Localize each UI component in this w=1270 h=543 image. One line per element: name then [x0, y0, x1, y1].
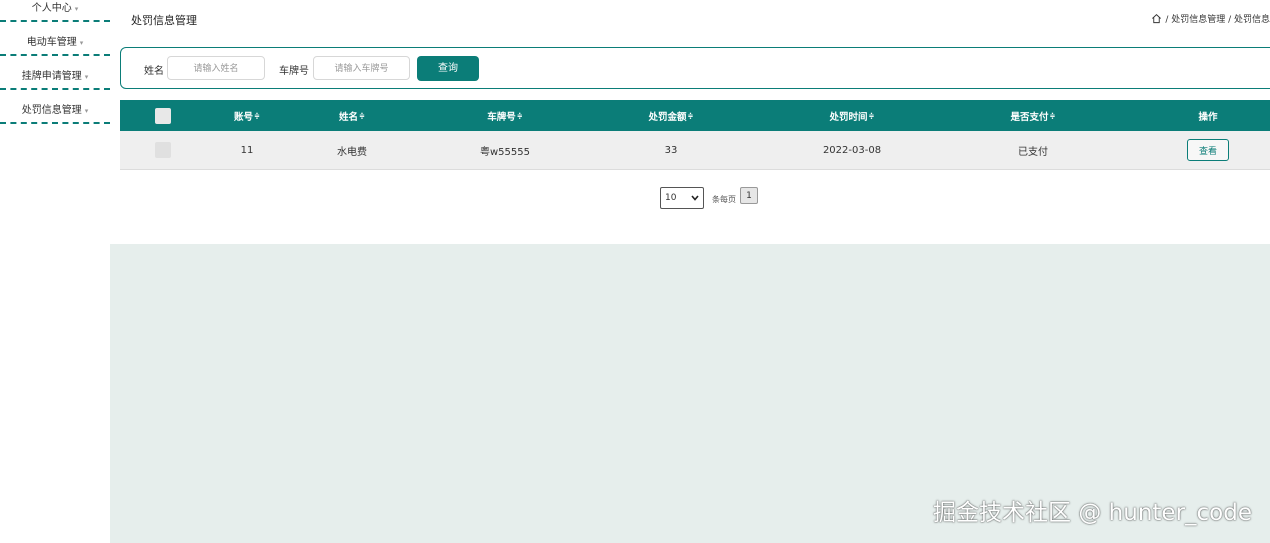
plate-search-input[interactable]: 请输入车牌号	[313, 56, 410, 80]
page-size-value: 10	[665, 193, 677, 203]
sidebar-item-penalty-management[interactable]: 处罚信息管理 ▾	[0, 98, 110, 124]
sort-icon: ≑	[1049, 111, 1056, 120]
column-label: 账号	[234, 111, 254, 123]
column-label: 处罚时间	[829, 111, 868, 123]
cell-amount: 33	[664, 144, 678, 156]
cell-paid: 已支付	[1018, 146, 1048, 158]
column-header-name[interactable]: 姓名 ≑	[312, 100, 392, 131]
sort-icon: ≑	[687, 111, 694, 120]
search-button[interactable]: 查询	[417, 56, 479, 81]
column-header-paid[interactable]: 是否支付 ≑	[993, 100, 1073, 131]
chevron-down-icon: ▾	[84, 107, 89, 115]
row-checkbox[interactable]	[155, 142, 171, 158]
chevron-down-icon	[691, 195, 699, 201]
sidebar-item-label: 个人中心	[31, 3, 72, 14]
cell-account: 11	[240, 144, 254, 156]
sort-icon: ≑	[359, 111, 365, 120]
cell-name: 水电费	[337, 146, 367, 158]
sort-icon: ≑	[254, 111, 260, 120]
column-label: 姓名	[339, 111, 359, 123]
column-header-plate[interactable]: 车牌号 ≑	[465, 100, 545, 131]
sidebar-item-ebike-management[interactable]: 电动车管理 ▾	[0, 30, 110, 56]
row-select-cell	[153, 131, 173, 169]
sidebar: 个人中心 ▾ 电动车管理 ▾ 挂牌申请管理 ▾ 处罚信息管理 ▾	[0, 0, 110, 543]
column-label: 车牌号	[487, 111, 516, 123]
chevron-down-icon: ▾	[84, 73, 89, 81]
sidebar-item-plate-application[interactable]: 挂牌申请管理 ▾	[0, 64, 110, 90]
sort-icon: ≑	[516, 111, 523, 120]
chevron-down-icon: ▾	[79, 39, 84, 47]
column-header-amount[interactable]: 处罚金额 ≑	[631, 100, 711, 131]
watermark: 掘金技术社区 @ hunter_code	[933, 500, 1252, 526]
search-panel: 姓名 请输入姓名 车牌号 请输入车牌号 查询	[120, 47, 1270, 89]
table-row: 11 水电费 粤w55555 33 2022-03-08 已支付 查看	[120, 131, 1270, 170]
sort-icon: ≑	[868, 111, 875, 120]
chevron-down-icon: ▾	[74, 5, 79, 13]
sidebar-item-label: 处罚信息管理	[21, 105, 82, 116]
pagination: 10 条每页 1	[660, 187, 758, 209]
column-label: 是否支付	[1010, 111, 1049, 123]
page-size-select[interactable]: 10	[660, 187, 704, 209]
name-label: 姓名	[144, 66, 164, 77]
page-title: 处罚信息管理	[131, 14, 197, 27]
name-search-input[interactable]: 请输入姓名	[167, 56, 265, 80]
select-all-checkbox[interactable]	[155, 107, 171, 124]
cell-actions: 查看	[1168, 131, 1248, 169]
breadcrumb: / 处罚信息管理 / 处罚信息	[1151, 12, 1270, 25]
sidebar-item-personal-center[interactable]: 个人中心 ▾	[0, 0, 110, 22]
sidebar-item-label: 挂牌申请管理	[21, 71, 82, 82]
per-page-label: 条每页	[712, 195, 736, 204]
table-header: 账号 ≑ 姓名 ≑ 车牌号 ≑ 处罚金额 ≑ 处罚时间 ≑ 是否支付 ≑ 操作	[120, 100, 1270, 131]
view-button[interactable]: 查看	[1187, 139, 1229, 161]
home-icon[interactable]	[1151, 13, 1162, 24]
sidebar-item-label: 电动车管理	[26, 37, 77, 48]
select-all-cell	[153, 100, 173, 131]
column-label: 处罚金额	[648, 111, 687, 123]
breadcrumb-path[interactable]: / 处罚信息管理 / 处罚信息	[1165, 12, 1270, 25]
penalty-table: 账号 ≑ 姓名 ≑ 车牌号 ≑ 处罚金额 ≑ 处罚时间 ≑ 是否支付 ≑ 操作 11 水电费…	[120, 100, 1270, 170]
column-label: 操作	[1198, 111, 1218, 123]
content-background: 掘金技术社区 @ hunter_code	[110, 244, 1270, 543]
plate-label: 车牌号	[279, 66, 309, 77]
column-header-time[interactable]: 处罚时间 ≑	[812, 100, 892, 131]
column-header-account[interactable]: 账号 ≑	[207, 100, 287, 131]
cell-plate: 粤w55555	[480, 146, 530, 158]
cell-time: 2022-03-08	[822, 144, 882, 156]
page-number-button[interactable]: 1	[740, 187, 758, 204]
column-header-actions: 操作	[1168, 100, 1248, 131]
